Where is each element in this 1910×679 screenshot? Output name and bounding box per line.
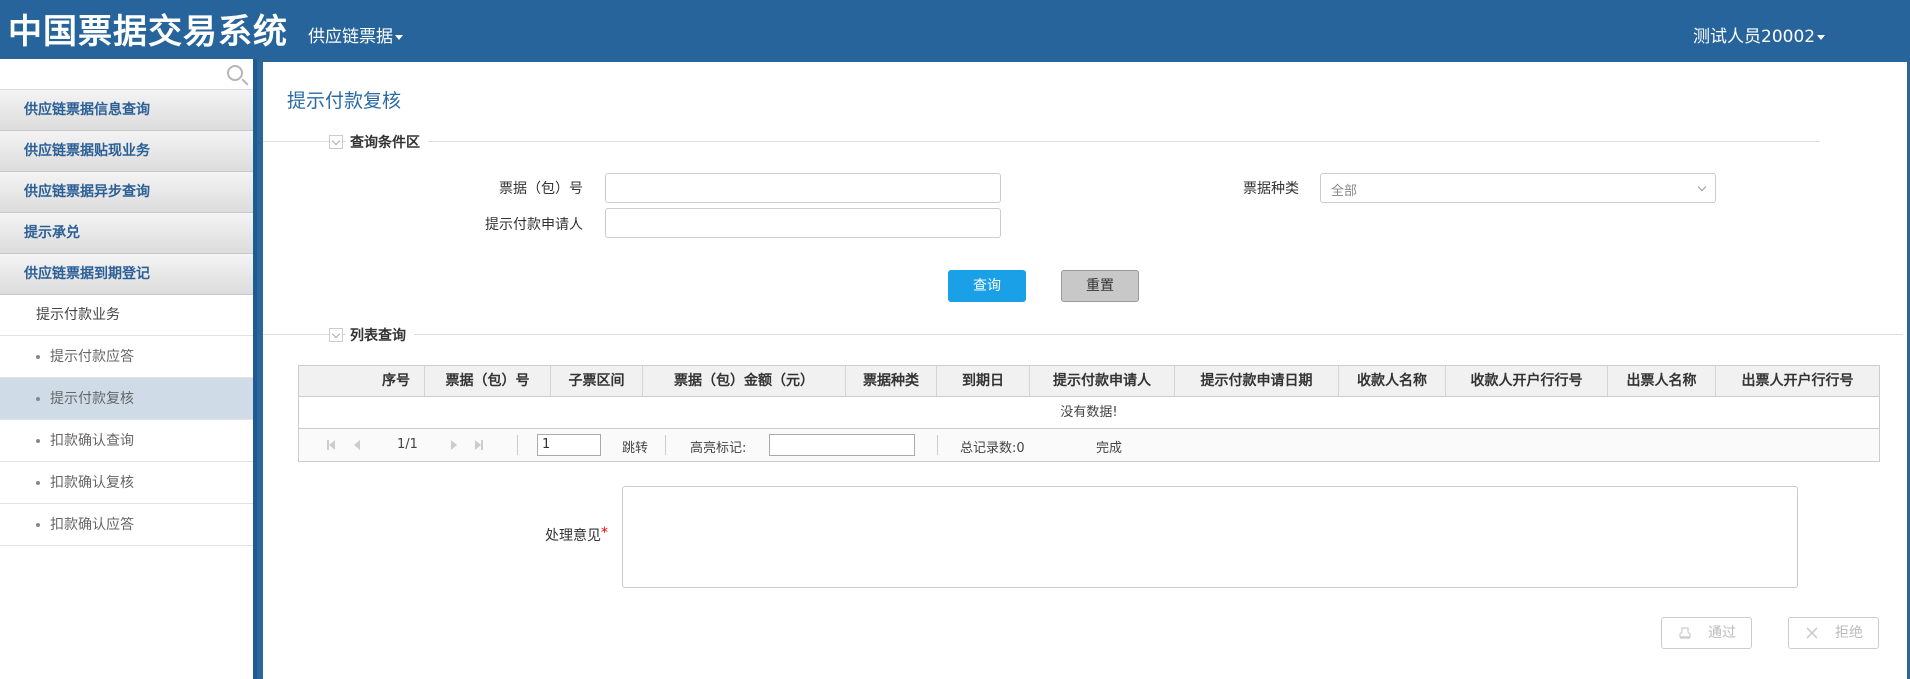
reset-button[interactable]: 重置: [1061, 270, 1139, 302]
pager-divider: [517, 435, 518, 455]
first-page-icon[interactable]: [329, 440, 335, 450]
required-mark: *: [601, 525, 608, 541]
bill-no-label: 票据（包）号: [499, 181, 583, 197]
reject-label: 拒绝: [1835, 625, 1863, 641]
close-icon: [1806, 627, 1818, 639]
collapse-icon[interactable]: [329, 328, 343, 342]
page-title: 提示付款复核: [287, 90, 402, 112]
col-header[interactable]: 出票人开户行行号: [1716, 366, 1879, 396]
sidebar-item-label: 扣款确认查询: [50, 433, 134, 449]
col-header[interactable]: 序号: [299, 366, 425, 396]
chevron-down-icon: [1697, 182, 1707, 192]
col-header[interactable]: 出票人名称: [1608, 366, 1716, 396]
sidebar-subgroup-payment[interactable]: 提示付款业务: [0, 295, 253, 336]
sidebar-item-label: 提示付款应答: [50, 349, 134, 365]
sidebar-item-label: 扣款确认复核: [50, 475, 134, 491]
bullet-icon: [36, 355, 40, 359]
main-panel: 提示付款复核 查询条件区 票据（包）号 提示付款申请人 票据种类 全部 查询 重…: [263, 62, 1907, 679]
app-title: 中国票据交易系统: [8, 12, 288, 52]
prev-page-icon[interactable]: [354, 440, 360, 450]
sidebar-group-bill-info-query[interactable]: 供应链票据信息查询: [0, 90, 253, 131]
col-header[interactable]: 收款人开户行行号: [1446, 366, 1608, 396]
bullet-icon: [36, 523, 40, 527]
pager-divider: [665, 435, 666, 455]
col-header[interactable]: 票据（包）金额（元）: [643, 366, 846, 396]
sidebar-item-payment-review[interactable]: 提示付款复核: [0, 378, 253, 420]
approve-button[interactable]: 通过: [1661, 617, 1752, 649]
col-header[interactable]: 到期日: [937, 366, 1030, 396]
list-section-title: 列表查询: [346, 325, 414, 345]
page-info: 1/1: [397, 437, 418, 452]
last-page-icon[interactable]: [481, 440, 483, 450]
pager-divider: [937, 435, 938, 455]
total-records: 总记录数:0: [960, 441, 1025, 456]
stamp-icon: [1679, 627, 1691, 639]
collapse-icon[interactable]: [329, 135, 343, 149]
reject-button[interactable]: 拒绝: [1788, 617, 1879, 649]
nav-menu-supply-chain[interactable]: 供应链票据: [308, 22, 403, 47]
sidebar-item-deduction-review[interactable]: 扣款确认复核: [0, 462, 253, 504]
highlight-label: 高亮标记:: [690, 441, 747, 456]
opinion-label-text: 处理意见: [545, 528, 601, 544]
bill-type-select[interactable]: 全部: [1320, 173, 1716, 203]
jump-button[interactable]: 跳转: [622, 437, 648, 456]
sidebar: 供应链票据信息查询 供应链票据贴现业务 供应链票据异步查询 提示承兑 供应链票据…: [0, 59, 257, 679]
query-button[interactable]: 查询: [948, 270, 1026, 302]
opinion-textarea[interactable]: [622, 486, 1798, 588]
sidebar-item-deduction-query[interactable]: 扣款确认查询: [0, 420, 253, 462]
result-table: 序号 票据（包）号 子票区间 票据（包）金额（元） 票据种类 到期日 提示付款申…: [298, 365, 1880, 462]
sidebar-item-deduction-reply[interactable]: 扣款确认应答: [0, 504, 253, 546]
top-header: 中国票据交易系统 供应链票据 测试人员20002: [0, 0, 1910, 59]
sidebar-group-maturity[interactable]: 供应链票据到期登记: [0, 254, 253, 295]
table-empty-message: 没有数据!: [299, 397, 1879, 429]
status-text: 完成: [1096, 441, 1123, 456]
col-header[interactable]: 提示付款申请人: [1030, 366, 1175, 396]
highlight-input[interactable]: [769, 434, 915, 456]
opinion-label: 处理意见*: [545, 525, 608, 545]
bill-no-input[interactable]: [605, 173, 1001, 203]
caret-down-icon: [395, 34, 403, 40]
col-header[interactable]: 提示付款申请日期: [1175, 366, 1339, 396]
next-page-icon[interactable]: [451, 440, 457, 450]
bullet-icon: [36, 481, 40, 485]
table-header: 序号 票据（包）号 子票区间 票据（包）金额（元） 票据种类 到期日 提示付款申…: [299, 366, 1879, 397]
section-divider: [263, 334, 1903, 335]
search-icon[interactable]: [227, 65, 243, 81]
sidebar-group-async-query[interactable]: 供应链票据异步查询: [0, 172, 253, 213]
col-header[interactable]: 子票区间: [551, 366, 643, 396]
sidebar-group-acceptance[interactable]: 提示承兑: [0, 213, 253, 254]
col-header[interactable]: 票据种类: [846, 366, 937, 396]
bill-type-label: 票据种类: [1243, 181, 1299, 197]
sidebar-item-label: 扣款确认应答: [50, 517, 134, 533]
pagination-bar: 1/1 1 跳转 高亮标记: 总记录数:0 完成: [299, 429, 1879, 461]
query-section-title: 查询条件区: [346, 132, 428, 152]
bullet-icon: [36, 439, 40, 443]
user-menu[interactable]: 测试人员20002: [1693, 22, 1826, 47]
sidebar-search[interactable]: [0, 59, 253, 90]
bullet-icon: [36, 397, 40, 401]
caret-down-icon: [1817, 34, 1826, 40]
sidebar-group-discount[interactable]: 供应链票据贴现业务: [0, 131, 253, 172]
col-header[interactable]: 票据（包）号: [425, 366, 551, 396]
nav-menu-label: 供应链票据: [308, 27, 393, 47]
sidebar-item-payment-reply[interactable]: 提示付款应答: [0, 336, 253, 378]
page-number-input[interactable]: 1: [537, 434, 601, 456]
col-header[interactable]: 收款人名称: [1339, 366, 1446, 396]
applicant-label: 提示付款申请人: [485, 217, 583, 233]
user-name: 测试人员20002: [1693, 27, 1816, 47]
sidebar-item-label: 提示付款复核: [50, 391, 134, 407]
approve-label: 通过: [1708, 625, 1736, 641]
section-divider: [263, 141, 1820, 142]
bill-type-value: 全部: [1331, 184, 1358, 199]
applicant-input[interactable]: [605, 208, 1001, 238]
